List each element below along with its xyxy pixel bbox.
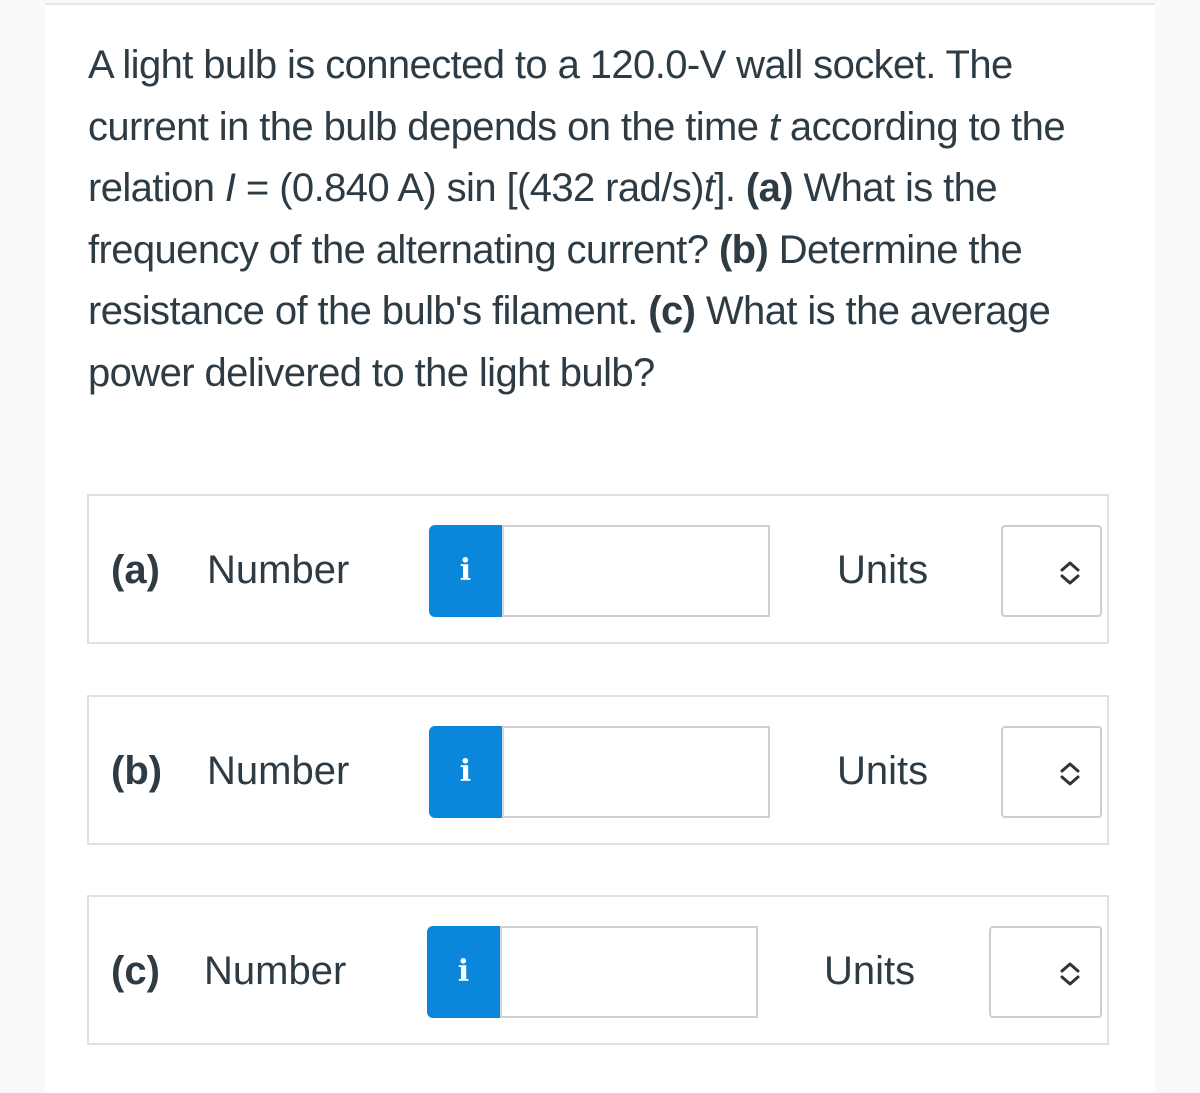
number-input[interactable]	[502, 525, 770, 617]
chevron-up-down-icon	[1060, 962, 1080, 986]
info-button[interactable]: i	[429, 726, 502, 818]
question-text: A light bulb is connected to a 120.0-V w…	[88, 35, 1098, 404]
info-icon: i	[459, 754, 472, 789]
number-input[interactable]	[502, 726, 770, 818]
question-seg-var-t: t	[768, 104, 780, 149]
units-select[interactable]	[1001, 726, 1102, 818]
info-button[interactable]: i	[427, 926, 500, 1018]
chevron-up-down-icon	[1060, 762, 1080, 786]
info-button[interactable]: i	[429, 525, 502, 617]
part-label: (a)	[111, 548, 160, 592]
part-label: (c)	[111, 949, 160, 993]
info-icon: i	[457, 954, 470, 989]
number-label: Number	[204, 949, 347, 993]
question-card: A light bulb is connected to a 120.0-V w…	[45, 3, 1155, 1093]
question-part-b: (b)	[718, 227, 769, 272]
question-seg: = (0.840 A) sin [(432 rad/s)	[235, 166, 705, 210]
units-select[interactable]	[989, 926, 1102, 1018]
question-seg-var-i: I	[224, 166, 236, 210]
units-label: Units	[824, 949, 916, 993]
answer-box-b: (b) Number i Units	[87, 695, 1109, 845]
answer-box-c: (c) Number i Units	[87, 895, 1109, 1045]
units-label: Units	[837, 749, 929, 793]
number-label: Number	[207, 548, 350, 592]
part-label: (b)	[111, 749, 163, 793]
question-seg-var-t: t	[703, 166, 715, 210]
units-label: Units	[837, 548, 929, 592]
answer-box-a: (a) Number i Units	[87, 494, 1109, 644]
info-icon: i	[459, 553, 472, 588]
question-seg: ].	[714, 166, 746, 210]
units-select[interactable]	[1001, 525, 1102, 617]
question-part-c: (c)	[648, 289, 696, 333]
number-input[interactable]	[500, 926, 758, 1018]
question-part-a: (a)	[745, 166, 794, 210]
number-label: Number	[207, 749, 350, 793]
chevron-up-down-icon	[1060, 561, 1080, 585]
